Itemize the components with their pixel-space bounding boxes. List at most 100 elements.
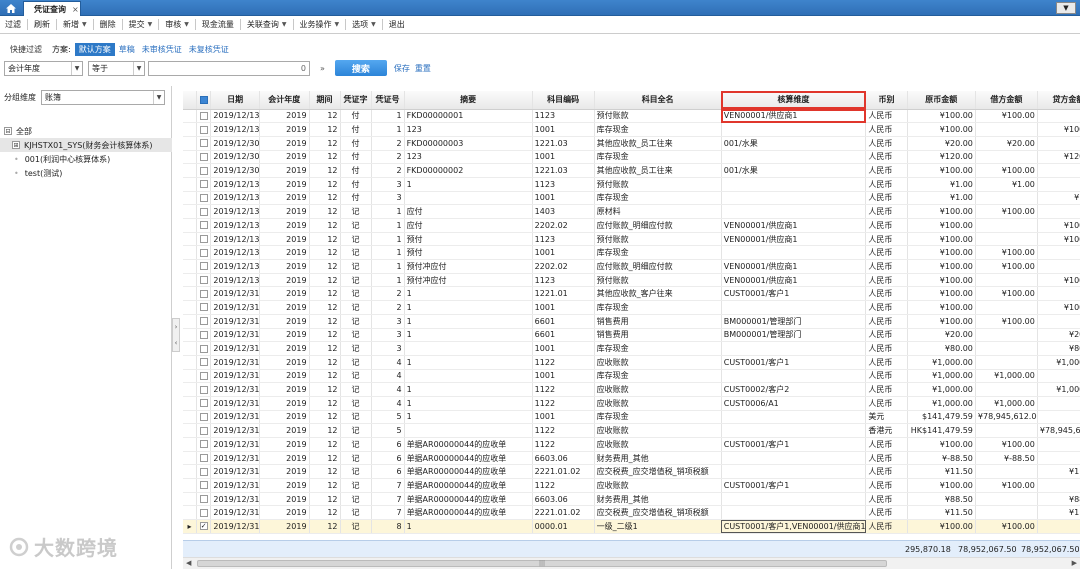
table-row[interactable]: 2019/12/13 2019 12 记 1 预付 1123 预付账款 VEN00001/供应商… xyxy=(183,232,1080,247)
table-row[interactable]: 2019/12/30 2019 12 付 2 FKD00000003 1221.03 其他应收… xyxy=(183,136,1080,151)
menu-item-7[interactable]: 关联查询 ▼ xyxy=(242,16,292,34)
tree-toggle-icon[interactable]: ⊞ xyxy=(12,141,20,149)
tree-node[interactable]: ⊞ KJHSTX01_SYS(财务会计核算体系) xyxy=(0,138,172,152)
operator-select[interactable]: 等于 ▼ xyxy=(88,60,145,76)
column-header[interactable]: 日期 xyxy=(210,91,260,110)
row-checkbox[interactable] xyxy=(199,221,208,230)
row-checkbox[interactable] xyxy=(199,111,208,120)
tree-node[interactable]: ⊟ 全部 xyxy=(0,124,172,138)
panel-splitter[interactable]: › ‹ xyxy=(172,318,180,352)
menu-item-5[interactable]: 审核 ▼ xyxy=(160,16,194,34)
table-row[interactable]: 2019/12/31 2019 12 记 5 1122 应收账款 香港元 HK$141,479.… xyxy=(183,423,1080,438)
column-header[interactable]: 期间 xyxy=(309,91,341,110)
column-header[interactable]: 原币金额 xyxy=(907,91,976,110)
row-checkbox[interactable] xyxy=(199,344,208,353)
tab-voucher-query[interactable]: 凭证查询 × xyxy=(23,1,81,16)
table-row[interactable]: 2019/12/31 2019 12 记 4 1 1122 应收账款 CUST0006/A1 人民… xyxy=(183,396,1080,411)
scheme-default-chip[interactable]: 默认方案 xyxy=(74,42,115,56)
row-checkbox[interactable] xyxy=(199,262,208,271)
column-header[interactable]: 科目全名 xyxy=(594,91,722,110)
tree-node[interactable]: • 001(利润中心核算体系) xyxy=(0,152,172,166)
row-checkbox[interactable] xyxy=(199,152,208,161)
select-all-checkbox[interactable] xyxy=(199,95,208,104)
row-checkbox[interactable] xyxy=(199,426,208,435)
table-row[interactable]: 2019/12/13 2019 12 付 1 FKD00000001 1123 预付账款 VEN… xyxy=(183,109,1080,124)
row-checkbox[interactable] xyxy=(199,289,208,298)
row-checkbox[interactable] xyxy=(199,248,208,257)
row-checkbox[interactable] xyxy=(199,276,208,285)
table-row[interactable]: ▸ ✓ 2019/12/31 2019 12 记 8 1 0000.01 一级_二级1 CUST00… xyxy=(183,519,1080,534)
table-row[interactable]: 2019/12/13 2019 12 付 3 1 1123 预付账款 人民币 ¥1.00 ¥1.00 xyxy=(183,177,1080,192)
table-row[interactable]: 2019/12/31 2019 12 记 7 单据AR00000044的应收单 2221.0… xyxy=(183,505,1080,521)
menu-item-8[interactable]: 业务操作 ▼ xyxy=(295,16,345,34)
table-row[interactable]: 2019/12/31 2019 12 记 5 1 1001 库存现金 美元 $141,479.59… xyxy=(183,410,1080,425)
save-link[interactable]: 保存 xyxy=(394,63,410,74)
scheme-link-unaudited[interactable]: 未审核凭证 xyxy=(142,44,182,55)
row-checkbox[interactable] xyxy=(199,358,208,367)
row-checkbox[interactable] xyxy=(199,303,208,312)
table-row[interactable]: 2019/12/30 2019 12 付 2 123 1001 库存现金 人民币 ¥120.00 ¥… xyxy=(183,150,1080,165)
menu-item-4[interactable]: 提交 ▼ xyxy=(124,16,158,34)
table-row[interactable]: 2019/12/31 2019 12 记 7 单据AR00000044的应收单 6603.0… xyxy=(183,492,1080,507)
expand-icon[interactable]: » xyxy=(320,64,325,73)
table-row[interactable]: 2019/12/31 2019 12 记 6 单据AR00000044的应收单 6603.0… xyxy=(183,451,1080,466)
table-row[interactable]: 2019/12/31 2019 12 记 3 1 6601 销售费用 BM000001/管理部门… xyxy=(183,328,1080,343)
column-header[interactable]: 摘要 xyxy=(404,91,533,110)
table-row[interactable]: 2019/12/31 2019 12 记 7 单据AR00000044的应收单 1122 应收… xyxy=(183,478,1080,493)
row-checkbox[interactable] xyxy=(199,207,208,216)
table-row[interactable]: 2019/12/31 2019 12 记 2 1 1221.01 其他应收款_客户往来 CUST… xyxy=(183,286,1080,302)
quick-filter-label[interactable]: 快捷过滤 xyxy=(10,44,42,55)
tree-toggle-icon[interactable]: ⊟ xyxy=(4,127,12,135)
column-header[interactable]: 借方金额 xyxy=(975,91,1038,110)
row-checkbox[interactable] xyxy=(199,454,208,463)
column-header[interactable]: 核算维度 xyxy=(721,91,867,110)
column-header[interactable]: 贷方金额 xyxy=(1037,91,1080,110)
column-header[interactable]: 凭证号 xyxy=(371,91,405,110)
search-button[interactable]: 搜索 xyxy=(334,60,387,76)
menu-item-10[interactable]: 退出 xyxy=(384,16,410,34)
row-checkbox[interactable] xyxy=(199,481,208,490)
menu-item-2[interactable]: 新增 ▼ xyxy=(58,16,92,34)
value-input[interactable]: 0 xyxy=(148,60,310,76)
horizontal-scrollbar[interactable]: ◀ ||| ▶ xyxy=(183,557,1080,569)
menu-item-6[interactable]: 现金流量 xyxy=(197,16,239,34)
row-checkbox[interactable]: ✓ xyxy=(199,522,208,531)
row-checkbox[interactable] xyxy=(199,180,208,189)
table-row[interactable]: 2019/12/13 2019 12 记 1 应付 2202.02 应付账款_明细应付款 VEN… xyxy=(183,218,1080,233)
row-checkbox[interactable] xyxy=(199,193,208,202)
row-checkbox[interactable] xyxy=(199,371,208,380)
table-row[interactable]: 2019/12/13201912付31001库存现金人民币¥1.00¥1.00 xyxy=(183,191,1080,206)
table-row[interactable]: 2019/12/31 2019 12 记 4 1 1122 应收账款 CUST0001/客户1 人… xyxy=(183,355,1080,370)
row-checkbox[interactable] xyxy=(199,495,208,504)
menu-item-0[interactable]: 过滤 xyxy=(0,16,26,34)
scroll-right-icon[interactable]: ▶ xyxy=(1072,559,1077,567)
column-header[interactable]: 凭证字 xyxy=(340,91,372,110)
table-row[interactable]: 2019/12/31 2019 12 记 6 单据AR00000044的应收单 2221.0… xyxy=(183,464,1080,480)
table-row[interactable]: 2019/12/13 2019 12 记 1 应付 1403 原材料 人民币 ¥100.00 ¥10… xyxy=(183,204,1080,219)
row-checkbox[interactable] xyxy=(199,139,208,148)
table-row[interactable]: 2019/12/13 2019 12 记 1 预付 1001 库存现金 人民币 ¥100.00 ¥1… xyxy=(183,245,1080,261)
row-checkbox[interactable] xyxy=(199,317,208,326)
table-row[interactable]: 2019/12/31 2019 12 记 4 1 1122 应收账款 CUST0002/客户2 人… xyxy=(183,382,1080,397)
home-icon[interactable] xyxy=(0,1,22,16)
field-select[interactable]: 会计年度 ▼ xyxy=(4,60,83,76)
table-row[interactable]: 2019/12/31 2019 12 记 2 1 1001 库存现金 人民币 ¥100.00 ¥10… xyxy=(183,300,1080,315)
table-row[interactable]: 2019/12/31 2019 12 记 3 1 6601 销售费用 BM000001/管理部门… xyxy=(183,314,1080,329)
menu-item-1[interactable]: 刷新 xyxy=(29,16,55,34)
close-icon[interactable]: × xyxy=(72,5,79,14)
chevron-down-icon[interactable]: ▼ xyxy=(1056,2,1076,14)
table-row[interactable]: 2019/12/31 2019 12 记 4 1001 库存现金 人民币 ¥1,000.00 ¥1… xyxy=(183,369,1080,384)
group-dimension-select[interactable]: 账簿 ▼ xyxy=(41,90,165,105)
table-row[interactable]: 2019/12/31 2019 12 记 6 单据AR00000044的应收单 1122 应收… xyxy=(183,437,1080,452)
menu-item-9[interactable]: 选项 ▼ xyxy=(347,16,381,34)
row-checkbox[interactable] xyxy=(199,125,208,134)
table-row[interactable]: 2019/12/30 2019 12 付 2 FKD00000002 1221.03 其他应收… xyxy=(183,163,1080,178)
scrollbar-thumb[interactable]: ||| xyxy=(197,560,887,567)
menu-item-3[interactable]: 删除 xyxy=(95,16,121,34)
tree-node[interactable]: • test(测试) xyxy=(0,166,172,180)
row-checkbox[interactable] xyxy=(199,467,208,476)
column-header[interactable]: 会计年度 xyxy=(259,91,310,110)
row-checkbox[interactable] xyxy=(199,166,208,175)
table-row[interactable]: 2019/12/31201912记31001库存现金人民币¥80.00¥80.0… xyxy=(183,341,1080,356)
row-checkbox[interactable] xyxy=(199,235,208,244)
